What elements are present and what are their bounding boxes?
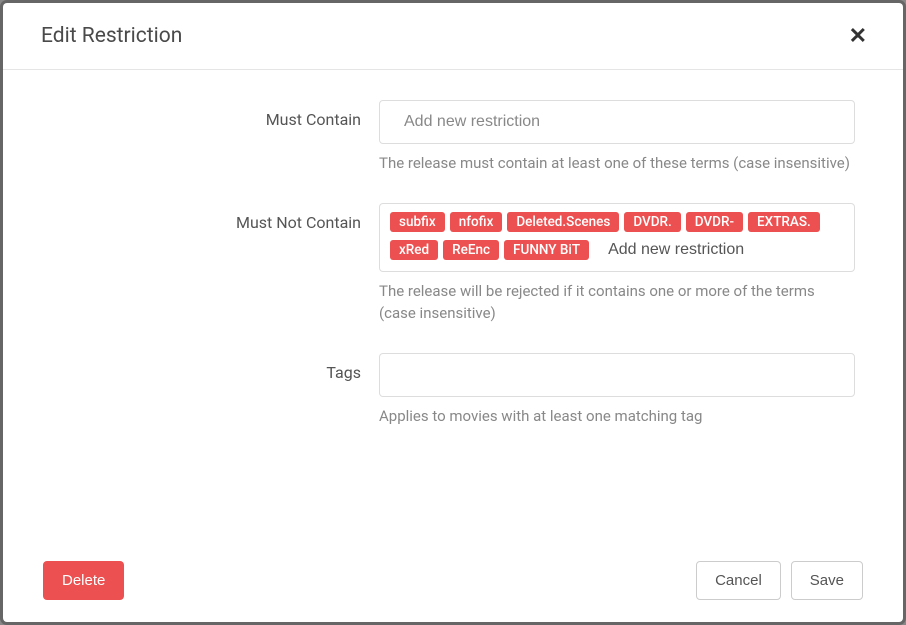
must-not-contain-label: Must Not Contain [41, 203, 379, 325]
footer-right: Cancel Save [696, 561, 863, 600]
must-contain-row: Must Contain The release must contain at… [41, 100, 855, 175]
restriction-tag[interactable]: nfofix [450, 212, 503, 232]
tags-label: Tags [41, 353, 379, 428]
restriction-tag[interactable]: Deleted.Scenes [507, 212, 619, 232]
tags-input[interactable] [390, 362, 844, 388]
tags-row: Tags Applies to movies with at least one… [41, 353, 855, 428]
modal-title: Edit Restriction [41, 24, 182, 48]
close-icon: ✕ [849, 23, 867, 48]
cancel-button[interactable]: Cancel [696, 561, 781, 600]
must-not-contain-input-box[interactable]: subfixnfofixDeleted.ScenesDVDR. DVDR-EXTR… [379, 203, 855, 272]
edit-restriction-modal: Edit Restriction ✕ Must Contain The rele… [3, 3, 903, 622]
restriction-tag[interactable]: DVDR. [624, 212, 680, 232]
restriction-tag[interactable]: subfix [390, 212, 445, 232]
restriction-tag[interactable]: ReEnc [443, 240, 499, 260]
close-button[interactable]: ✕ [845, 21, 871, 51]
must-not-contain-help: The release will be rejected if it conta… [379, 280, 855, 325]
must-contain-control: The release must contain at least one of… [379, 100, 855, 175]
restriction-tag[interactable]: DVDR- [686, 212, 743, 232]
save-button[interactable]: Save [791, 561, 863, 600]
modal-footer: Delete Cancel Save [3, 545, 903, 622]
must-not-contain-control: subfixnfofixDeleted.ScenesDVDR. DVDR-EXTR… [379, 203, 855, 325]
must-contain-input-box[interactable] [379, 100, 855, 144]
restriction-tag[interactable]: EXTRAS. [748, 212, 820, 232]
must-contain-label: Must Contain [41, 100, 379, 175]
tags-input-box[interactable] [379, 353, 855, 397]
tags-help: Applies to movies with at least one matc… [379, 405, 855, 428]
modal-body: Must Contain The release must contain at… [3, 70, 903, 545]
tags-control: Applies to movies with at least one matc… [379, 353, 855, 428]
modal-header: Edit Restriction ✕ [3, 3, 903, 70]
must-contain-input[interactable] [390, 109, 844, 135]
must-contain-help: The release must contain at least one of… [379, 152, 855, 175]
delete-button[interactable]: Delete [43, 561, 124, 600]
must-not-contain-input[interactable] [594, 237, 844, 263]
restriction-tag[interactable]: xRed [390, 240, 438, 260]
must-not-contain-row: Must Not Contain subfixnfofixDeleted.Sce… [41, 203, 855, 325]
restriction-tag[interactable]: FUNNY BiT [504, 240, 589, 260]
